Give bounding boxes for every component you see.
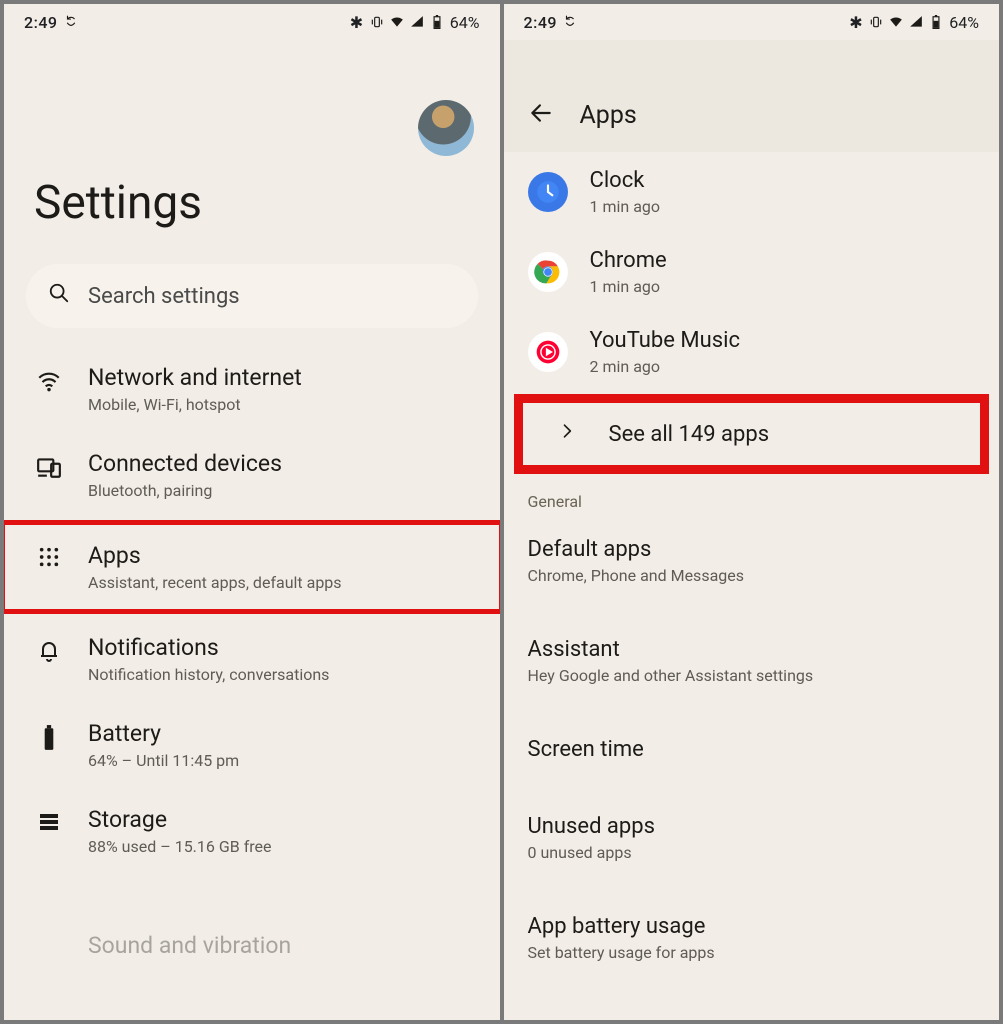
apps-header: Apps <box>504 40 1000 152</box>
recent-app-clock[interactable]: Clock 1 min ago <box>504 152 1000 232</box>
see-all-apps[interactable]: See all 149 apps <box>518 398 986 470</box>
wifi-icon <box>34 364 64 394</box>
app-sub: 2 min ago <box>590 357 740 376</box>
bluetooth-icon: ✱ <box>350 15 364 29</box>
settings-item-battery[interactable]: Battery 64% – Until 11:45 pm <box>4 720 500 770</box>
general-assistant[interactable]: Assistant Hey Google and other Assistant… <box>504 621 1000 701</box>
ytmusic-app-icon <box>528 332 568 372</box>
general-label: Default apps <box>528 537 976 562</box>
battery-icon <box>929 15 943 29</box>
general-default-apps[interactable]: Default apps Chrome, Phone and Messages <box>504 521 1000 601</box>
recent-app-ytmusic[interactable]: YouTube Music 2 min ago <box>504 312 1000 392</box>
bell-icon <box>34 634 64 662</box>
search-icon <box>48 282 70 310</box>
app-label: Clock <box>590 168 661 193</box>
vibrate-icon <box>370 15 384 29</box>
settings-item-label: Battery <box>88 720 239 747</box>
clock-app-icon <box>528 172 568 212</box>
search-settings[interactable]: Search settings <box>26 264 478 328</box>
general-label: Assistant <box>528 637 976 662</box>
settings-item-apps[interactable]: Apps Assistant, recent apps, default app… <box>4 524 500 610</box>
app-sub: 1 min ago <box>590 197 661 216</box>
settings-item-sub: 88% used – 15.16 GB free <box>88 837 272 856</box>
search-placeholder: Search settings <box>88 284 240 309</box>
call-loop-icon <box>563 15 577 29</box>
status-bar: 2:49 ✱ 64% <box>4 4 500 40</box>
settings-item-network[interactable]: Network and internet Mobile, Wi-Fi, hots… <box>4 364 500 414</box>
status-battery: 64% <box>949 13 979 32</box>
chrome-app-icon <box>528 252 568 292</box>
phone-right-apps: 2:49 ✱ 64% Apps <box>504 4 1000 1020</box>
general-sub: Set battery usage for apps <box>528 943 976 962</box>
settings-item-label: Connected devices <box>88 450 282 477</box>
app-sub: 1 min ago <box>590 277 667 296</box>
page-title: Settings <box>4 156 500 260</box>
settings-item-storage[interactable]: Storage 88% used – 15.16 GB free <box>4 806 500 856</box>
vibrate-icon <box>869 15 883 29</box>
general-sub: Chrome, Phone and Messages <box>528 566 976 585</box>
wifi-icon <box>390 15 404 29</box>
wifi-icon <box>889 15 903 29</box>
battery-icon <box>34 720 64 752</box>
chevron-right-icon <box>547 421 587 447</box>
settings-item-sub: Assistant, recent apps, default apps <box>88 573 342 592</box>
section-general: General <box>504 480 1000 517</box>
general-label: App battery usage <box>528 914 976 939</box>
settings-list: Network and internet Mobile, Wi-Fi, hots… <box>4 354 500 959</box>
settings-item-label: Storage <box>88 806 272 833</box>
profile-avatar[interactable] <box>418 100 474 156</box>
status-bar: 2:49 ✱ 64% <box>504 4 1000 40</box>
battery-icon <box>430 15 444 29</box>
call-loop-icon <box>64 15 78 29</box>
recent-app-chrome[interactable]: Chrome 1 min ago <box>504 232 1000 312</box>
settings-item-label: Apps <box>88 542 342 569</box>
devices-icon <box>34 450 64 480</box>
bluetooth-icon: ✱ <box>849 15 863 29</box>
status-time: 2:49 <box>24 13 58 32</box>
general-sub: Hey Google and other Assistant settings <box>528 666 976 685</box>
signal-icon <box>909 15 923 29</box>
settings-item-notifications[interactable]: Notifications Notification history, conv… <box>4 634 500 684</box>
settings-item-label: Notifications <box>88 634 329 661</box>
settings-item-sub: Bluetooth, pairing <box>88 481 282 500</box>
back-button[interactable] <box>528 100 554 130</box>
general-label: Unused apps <box>528 814 976 839</box>
apps-grid-icon <box>34 542 64 568</box>
apps-title: Apps <box>580 101 637 130</box>
settings-item-connected[interactable]: Connected devices Bluetooth, pairing <box>4 450 500 500</box>
general-label: Screen time <box>528 737 976 762</box>
general-sub: 0 unused apps <box>528 843 976 862</box>
settings-item-label: Network and internet <box>88 364 302 391</box>
settings-item-sound-cutoff[interactable]: Sound and vibration <box>4 892 500 959</box>
status-time: 2:49 <box>524 13 558 32</box>
app-label: Chrome <box>590 248 667 273</box>
settings-item-sub: Notification history, conversations <box>88 665 329 684</box>
app-label: YouTube Music <box>590 328 740 353</box>
settings-item-sub: Mobile, Wi-Fi, hotspot <box>88 395 302 414</box>
general-app-battery[interactable]: App battery usage Set battery usage for … <box>504 898 1000 978</box>
see-all-label: See all 149 apps <box>609 422 770 447</box>
general-screen-time[interactable]: Screen time <box>504 721 1000 778</box>
settings-item-sub: 64% – Until 11:45 pm <box>88 751 239 770</box>
general-unused-apps[interactable]: Unused apps 0 unused apps <box>504 798 1000 878</box>
status-battery: 64% <box>450 13 480 32</box>
phone-left-settings: 2:49 ✱ 64% Settings Sear <box>4 4 500 1020</box>
signal-icon <box>410 15 424 29</box>
storage-icon <box>34 806 64 834</box>
